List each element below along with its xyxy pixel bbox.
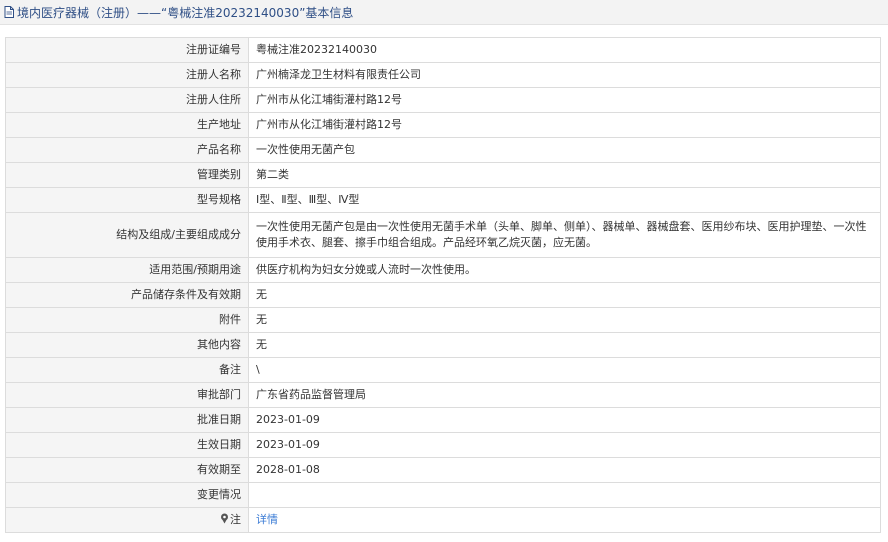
row-label: 适用范围/预期用途 [5, 257, 249, 283]
row-value: 2028-01-08 [248, 457, 881, 483]
row-value: 广东省药品监督管理局 [248, 382, 881, 408]
row-label: 注册人名称 [5, 62, 249, 88]
table-row: 注册证编号 粤械注准20232140030 [5, 37, 881, 63]
row-value: 2023-01-09 [248, 407, 881, 433]
row-value: 无 [248, 332, 881, 358]
table-row: 管理类别 第二类 [5, 162, 881, 188]
row-value: 2023-01-09 [248, 432, 881, 458]
table-row: 注册人名称 广州楠泽龙卫生材料有限责任公司 [5, 62, 881, 88]
row-label: 变更情况 [5, 482, 249, 508]
row-label: 产品储存条件及有效期 [5, 282, 249, 308]
row-value [248, 482, 881, 508]
row-label: 其他内容 [5, 332, 249, 358]
row-value: 供医疗机构为妇女分娩或人流时一次性使用。 [248, 257, 881, 283]
document-icon [4, 6, 15, 18]
row-label: 型号规格 [5, 187, 249, 213]
row-value: 广州楠泽龙卫生材料有限责任公司 [248, 62, 881, 88]
note-value-cell: 详情 [248, 507, 881, 533]
row-label: 注册人住所 [5, 87, 249, 113]
info-table: 注册证编号 粤械注准20232140030 注册人名称 广州楠泽龙卫生材料有限责… [5, 37, 881, 533]
table-row: 结构及组成/主要组成成分 一次性使用无菌产包是由一次性使用无菌手术单（头单、脚单… [5, 212, 881, 258]
row-label: 注册证编号 [5, 37, 249, 63]
pin-icon [220, 513, 229, 524]
table-row: 注册人住所 广州市从化江埔街灌村路12号 [5, 87, 881, 113]
row-value: Ⅰ型、Ⅱ型、Ⅲ型、Ⅳ型 [248, 187, 881, 213]
details-link[interactable]: 详情 [256, 513, 278, 526]
row-value: 一次性使用无菌产包是由一次性使用无菌手术单（头单、脚单、侧单）、器械单、器械盘套… [248, 212, 881, 258]
row-label: 批准日期 [5, 407, 249, 433]
note-label: 注 [230, 513, 241, 526]
row-label: 审批部门 [5, 382, 249, 408]
row-value: 无 [248, 282, 881, 308]
table-row: 批准日期 2023-01-09 [5, 407, 881, 433]
page-title: 境内医疗器械（注册）——“粤械注准20232140030”基本信息 [17, 5, 354, 20]
row-value: 广州市从化江埔街灌村路12号 [248, 112, 881, 138]
table-row: 型号规格 Ⅰ型、Ⅱ型、Ⅲ型、Ⅳ型 [5, 187, 881, 213]
table-row: 审批部门 广东省药品监督管理局 [5, 382, 881, 408]
page-header: 境内医疗器械（注册）——“粤械注准20232140030”基本信息 [0, 0, 888, 25]
table-row: 适用范围/预期用途 供医疗机构为妇女分娩或人流时一次性使用。 [5, 257, 881, 283]
row-value: 一次性使用无菌产包 [248, 137, 881, 163]
row-label: 有效期至 [5, 457, 249, 483]
note-label-cell: 注 [5, 507, 249, 533]
table-row: 其他内容 无 [5, 332, 881, 358]
row-value: 广州市从化江埔街灌村路12号 [248, 87, 881, 113]
row-label: 附件 [5, 307, 249, 333]
table-row: 有效期至 2028-01-08 [5, 457, 881, 483]
row-value: \ [248, 357, 881, 383]
row-label: 备注 [5, 357, 249, 383]
table-row: 生产地址 广州市从化江埔街灌村路12号 [5, 112, 881, 138]
row-label: 结构及组成/主要组成成分 [5, 212, 249, 258]
table-row: 生效日期 2023-01-09 [5, 432, 881, 458]
row-label: 管理类别 [5, 162, 249, 188]
table-row: 备注 \ [5, 357, 881, 383]
table-row: 产品名称 一次性使用无菌产包 [5, 137, 881, 163]
row-value: 第二类 [248, 162, 881, 188]
table-row: 变更情况 [5, 482, 881, 508]
row-label: 生效日期 [5, 432, 249, 458]
row-label: 生产地址 [5, 112, 249, 138]
row-value: 粤械注准20232140030 [248, 37, 881, 63]
row-label: 产品名称 [5, 137, 249, 163]
table-row: 附件 无 [5, 307, 881, 333]
row-value: 无 [248, 307, 881, 333]
note-row: 注 详情 [5, 507, 881, 533]
table-row: 产品储存条件及有效期 无 [5, 282, 881, 308]
